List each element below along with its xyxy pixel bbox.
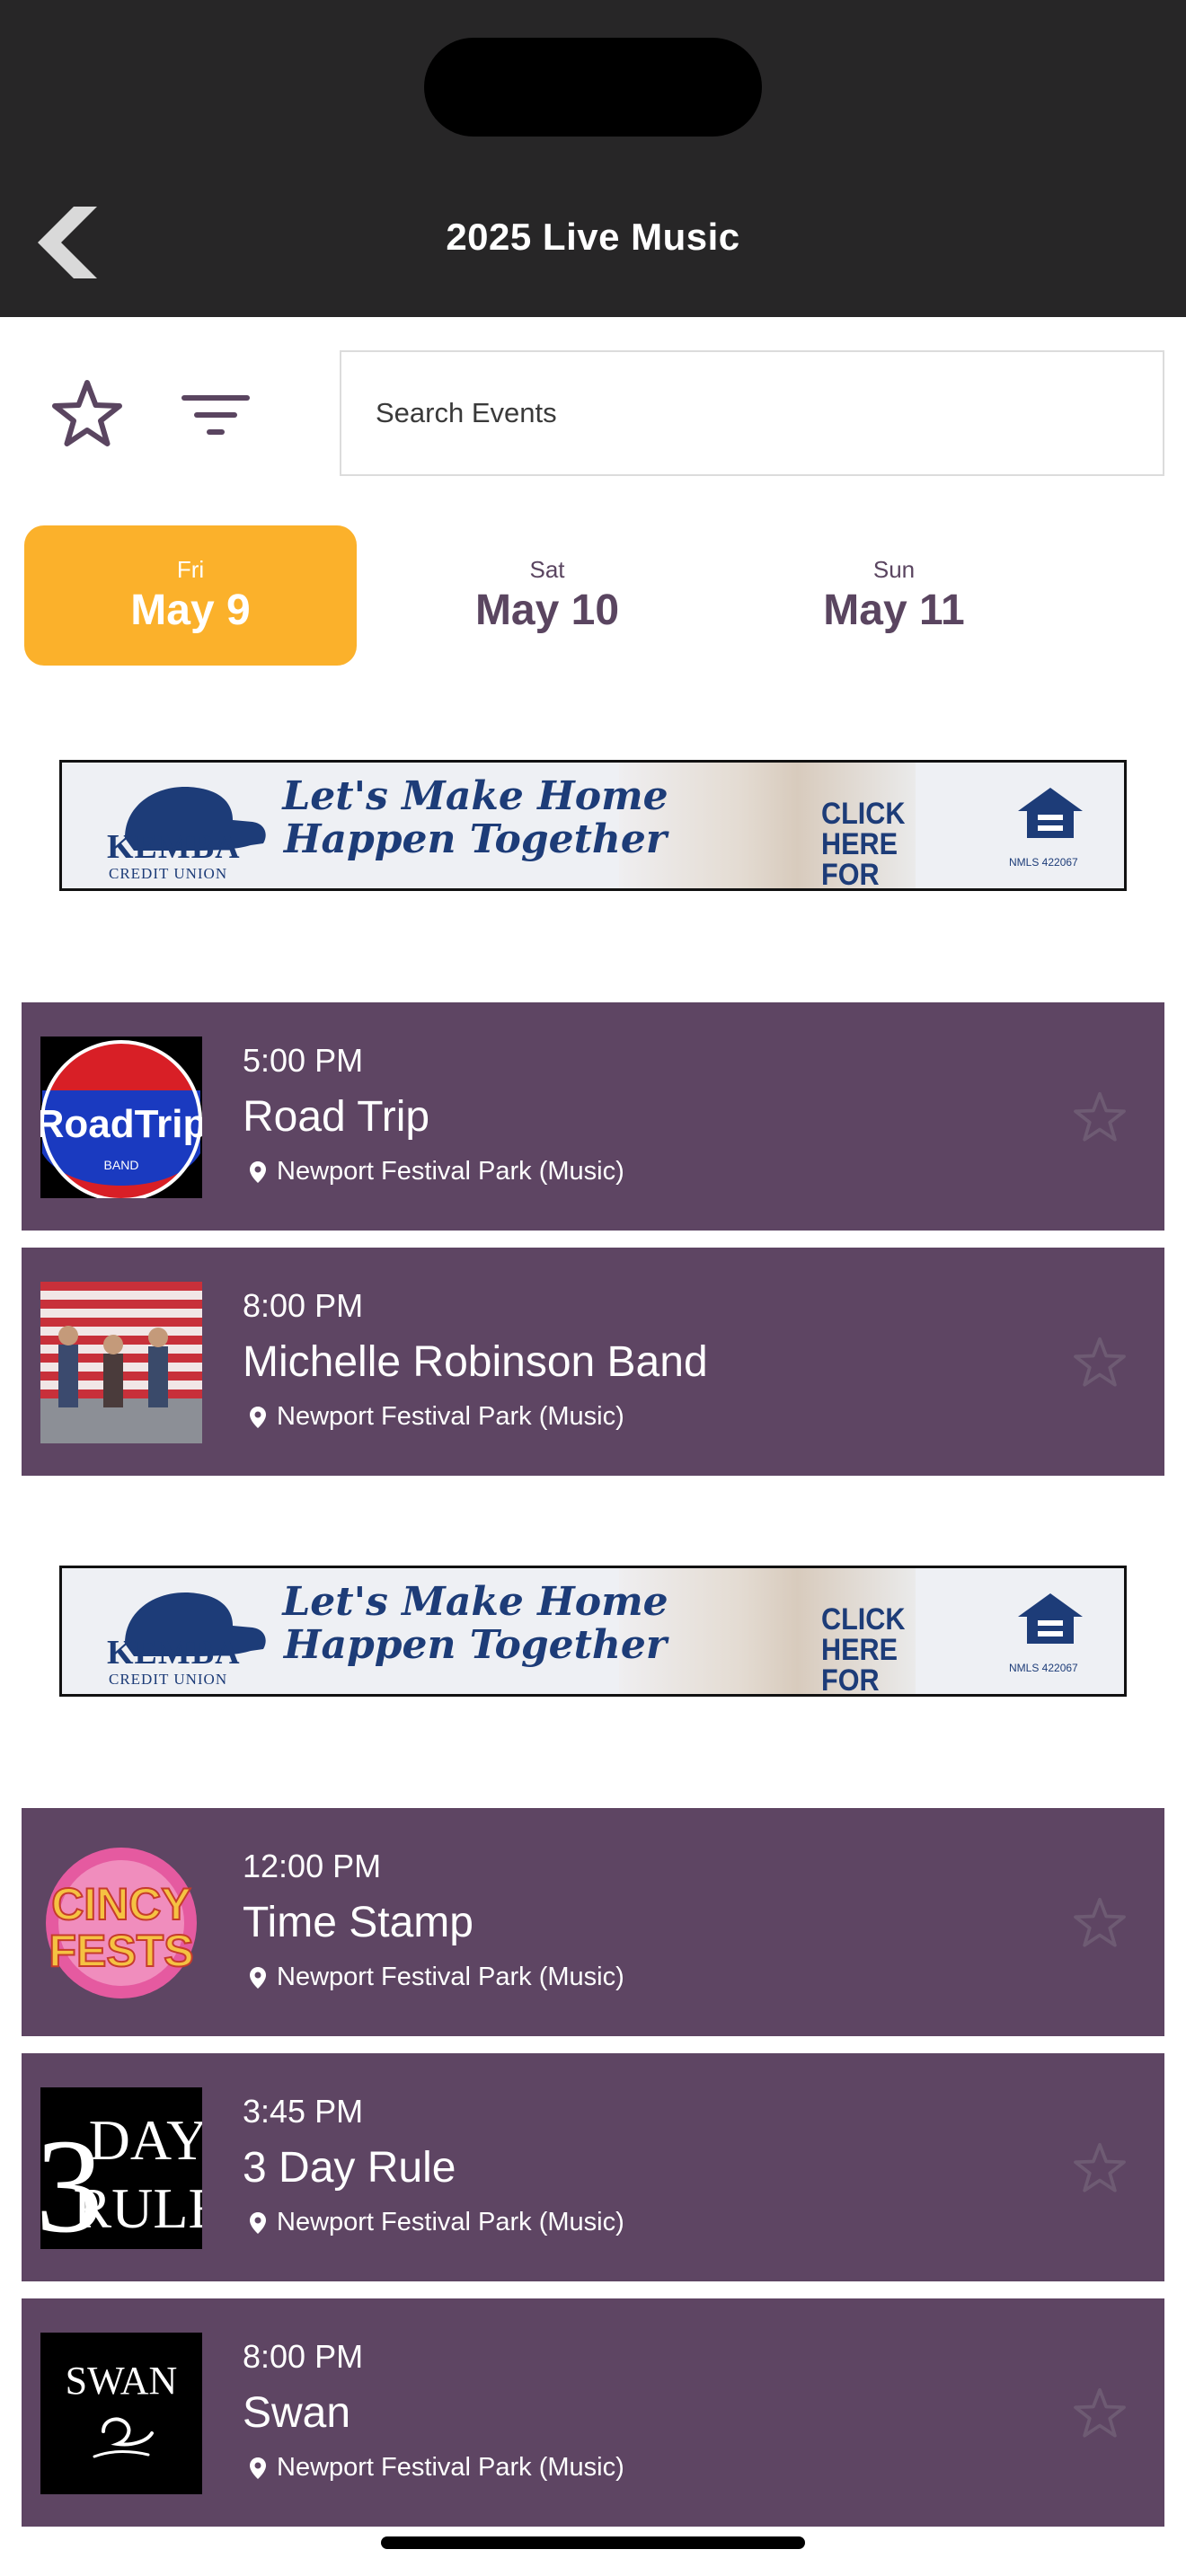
event-card[interactable]: RoadTrip BAND 5:00 PM Road Trip Newport … xyxy=(22,1002,1164,1231)
app-header: 2025 Live Music xyxy=(0,0,1186,317)
day-tab-weekday: Fri xyxy=(176,556,205,583)
day-tab-date: May 9 xyxy=(130,587,251,634)
favorite-star-icon[interactable] xyxy=(1073,1336,1127,1389)
ad-banner[interactable]: KEMBA CREDIT UNION Let's Make Home Happe… xyxy=(59,760,1127,891)
event-title: Michelle Robinson Band xyxy=(243,1338,708,1386)
ad-tagline-line-1: Let's Make Home xyxy=(282,773,668,819)
ad-brand-sub: CREDIT UNION xyxy=(109,1671,228,1688)
event-venue: Newport Festival Park (Music) xyxy=(250,2208,624,2237)
event-title: Swan xyxy=(243,2389,351,2437)
ad-cta-line-1: CLICK HERE xyxy=(821,797,906,861)
thumb-sub: BAND xyxy=(104,1158,139,1172)
event-venue: Newport Festival Park (Music) xyxy=(250,1157,624,1187)
day-tab-sat[interactable]: Sat May 10 xyxy=(381,525,713,666)
event-time: 12:00 PM xyxy=(243,1848,382,1884)
favorite-star-icon[interactable] xyxy=(1073,2141,1127,2195)
filter-icon[interactable] xyxy=(176,379,255,451)
location-pin-icon xyxy=(250,2457,266,2479)
ad-cta-line-2: FOR DETAILS xyxy=(821,1663,880,1697)
search-input[interactable] xyxy=(374,396,1163,430)
event-card[interactable]: SWAN 8:00 PM Swan Newport Festival Park … xyxy=(22,2298,1164,2527)
event-venue: Newport Festival Park (Music) xyxy=(250,1402,624,1432)
day-tab-sun[interactable]: Sun May 11 xyxy=(728,525,1060,666)
favorite-star-icon[interactable] xyxy=(1073,1090,1127,1144)
location-pin-icon xyxy=(250,1406,266,1428)
search-field[interactable] xyxy=(340,350,1164,476)
event-title: Road Trip xyxy=(243,1093,430,1141)
event-venue-label: Newport Festival Park (Music) xyxy=(277,2453,624,2482)
thumb-text-2: FESTS xyxy=(49,1926,193,1976)
thumb-text: SWAN xyxy=(66,2359,178,2403)
event-thumbnail xyxy=(40,1282,202,1443)
ad-brand: KEMBA xyxy=(107,1634,241,1672)
ad-tagline-line-2: Happen Together xyxy=(283,816,668,862)
equal-housing-icon xyxy=(1014,784,1086,842)
event-venue-label: Newport Festival Park (Music) xyxy=(277,2208,624,2236)
ad-banner[interactable]: KEMBA CREDIT UNION Let's Make Home Happe… xyxy=(59,1566,1127,1697)
event-time: 8:00 PM xyxy=(243,2338,364,2375)
location-pin-icon xyxy=(250,2211,266,2234)
event-title: Time Stamp xyxy=(243,1899,474,1946)
ad-cta-line-1: CLICK HERE xyxy=(821,1602,906,1667)
favorites-star-icon[interactable] xyxy=(47,375,128,453)
ad-brand-sub: CREDIT UNION xyxy=(109,865,228,882)
favorite-star-icon[interactable] xyxy=(1073,2386,1127,2440)
day-tab-weekday: Sat xyxy=(529,556,565,583)
event-thumbnail: CINCY FESTS xyxy=(40,1842,202,2004)
ad-cta-line-2: FOR DETAILS xyxy=(821,858,880,891)
day-tab-weekday: Sun xyxy=(872,556,916,583)
event-thumbnail: RoadTrip BAND xyxy=(40,1037,202,1198)
event-venue: Newport Festival Park (Music) xyxy=(250,2453,624,2483)
event-card[interactable]: 3 DAY RULE 3:45 PM 3 Day Rule Newport Fe… xyxy=(22,2053,1164,2281)
equal-housing-icon xyxy=(1014,1590,1086,1647)
ad-tagline-line-2: Happen Together xyxy=(283,1622,668,1668)
event-venue-label: Newport Festival Park (Music) xyxy=(277,1963,624,1991)
home-indicator[interactable] xyxy=(381,2536,805,2549)
favorite-star-icon[interactable] xyxy=(1073,1896,1127,1950)
thumb-text: RoadTrip xyxy=(40,1102,202,1146)
ad-cta: CLICK HERE FOR DETAILS xyxy=(821,797,983,891)
ad-nmls: NMLS 422067 xyxy=(1009,1662,1078,1674)
ad-tagline-line-1: Let's Make Home xyxy=(282,1579,668,1625)
event-thumbnail: 3 DAY RULE xyxy=(40,2087,202,2249)
event-time: 3:45 PM xyxy=(243,2093,364,2130)
event-venue-label: Newport Festival Park (Music) xyxy=(277,1402,624,1431)
event-thumbnail: SWAN xyxy=(40,2333,202,2494)
ad-nmls: NMLS 422067 xyxy=(1009,856,1078,869)
location-pin-icon xyxy=(250,1966,266,1989)
day-tab-date: May 10 xyxy=(474,587,620,634)
ad-cta: CLICK HERE FOR DETAILS xyxy=(821,1602,983,1697)
thumb-text-2: RULE xyxy=(73,2176,202,2240)
day-tab-date: May 11 xyxy=(823,587,965,634)
event-card[interactable]: CINCY FESTS 12:00 PM Time Stamp Newport … xyxy=(22,1808,1164,2036)
ad-tagline: Let's Make Home Happen Together xyxy=(278,1581,673,1667)
dynamic-island xyxy=(424,38,762,137)
ad-brand: KEMBA xyxy=(107,828,241,866)
event-venue: Newport Festival Park (Music) xyxy=(250,1963,624,1992)
page-title: 2025 Live Music xyxy=(446,216,740,258)
thumb-text-1: DAY xyxy=(89,2108,202,2172)
event-card[interactable]: 8:00 PM Michelle Robinson Band Newport F… xyxy=(22,1248,1164,1476)
thumb-text-1: CINCY xyxy=(51,1879,191,1929)
event-time: 5:00 PM xyxy=(243,1042,364,1079)
location-pin-icon xyxy=(250,1160,266,1183)
event-venue-label: Newport Festival Park (Music) xyxy=(277,1157,624,1186)
day-tab-fri[interactable]: Fri May 9 xyxy=(24,525,357,666)
ad-tagline: Let's Make Home Happen Together xyxy=(278,775,673,861)
event-title: 3 Day Rule xyxy=(243,2144,456,2192)
event-time: 8:00 PM xyxy=(243,1287,364,1324)
